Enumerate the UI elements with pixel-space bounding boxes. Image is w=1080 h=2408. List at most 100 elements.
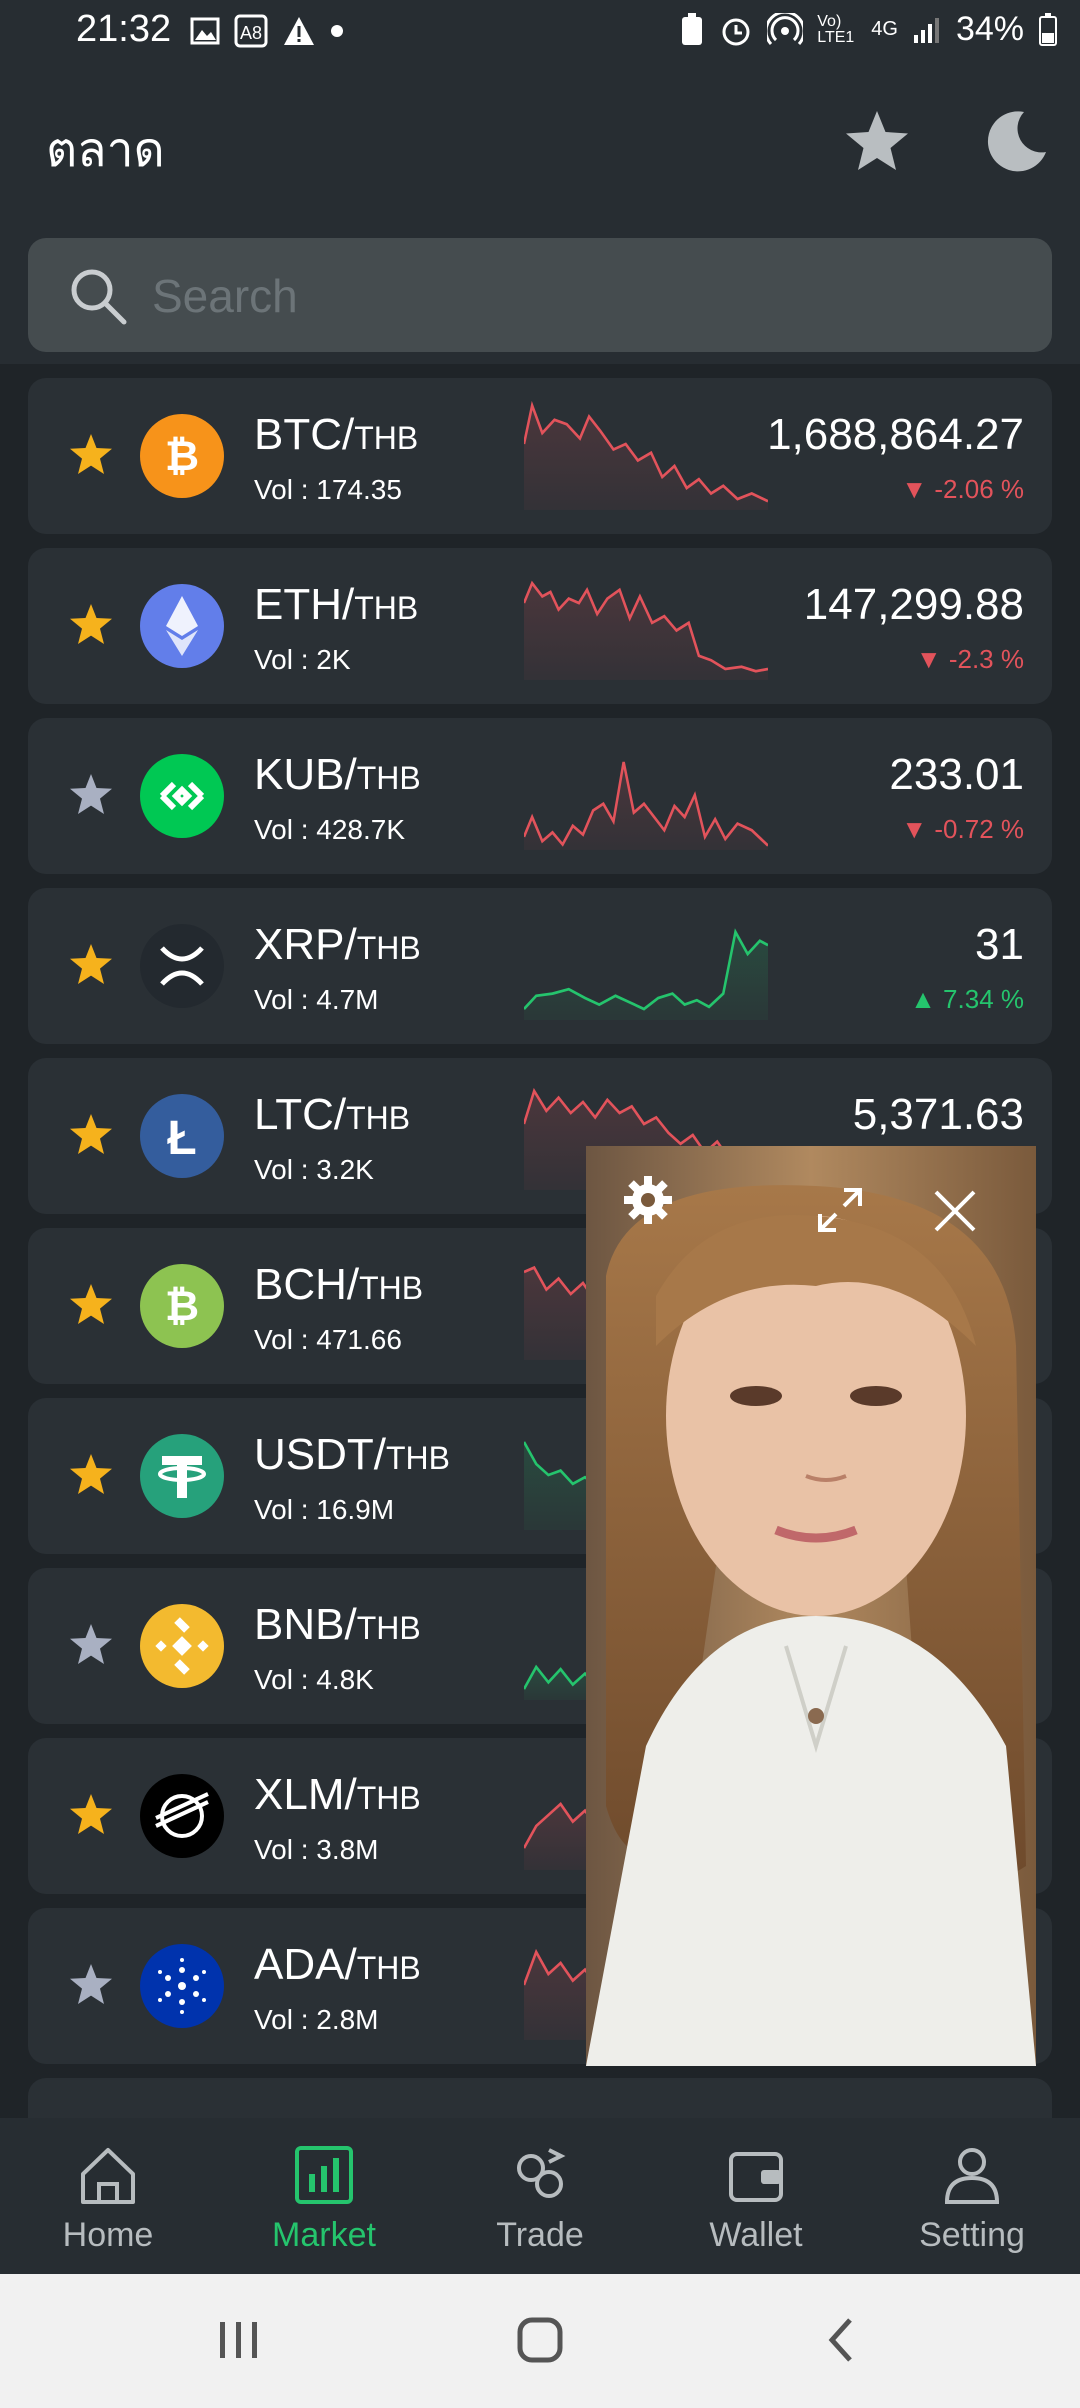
market-chart-icon [295, 2146, 353, 2204]
home-button-icon[interactable] [510, 2310, 570, 2370]
video-frame [586, 1146, 1036, 2066]
close-icon[interactable] [932, 1188, 978, 1234]
svg-text:₿: ₿ [165, 1282, 199, 1329]
system-navigation-bar [0, 2274, 1080, 2408]
pair-name: BNB/THB [254, 1600, 421, 1650]
bitcoin-cash-logo-icon: ₿ [140, 1264, 224, 1348]
image-icon [190, 17, 220, 45]
favorite-star-icon[interactable] [68, 1792, 114, 1838]
volume-text: Vol : 471.66 [254, 1324, 402, 1355]
recent-apps-icon[interactable] [208, 2310, 268, 2370]
nav-setting[interactable]: Setting [872, 2140, 1072, 2260]
price-text: 1,688,864.27 [767, 410, 1024, 459]
pair-name: ETH/THB [254, 580, 418, 630]
cardano-logo-icon [140, 1944, 224, 2028]
favorite-star-icon[interactable] [68, 432, 114, 478]
back-icon[interactable] [812, 2310, 872, 2370]
change-indicator: ▼ -0.72 % [901, 814, 1024, 845]
favorite-star-icon[interactable] [68, 1962, 114, 2008]
favorite-star-icon[interactable] [68, 1622, 114, 1668]
svg-text:A8: A8 [240, 23, 262, 43]
search-input[interactable] [150, 238, 994, 354]
moon-icon[interactable] [980, 106, 1050, 176]
favorite-star-icon[interactable] [68, 1452, 114, 1498]
svg-text:Ł: Ł [167, 1112, 196, 1165]
status-system-icons: Vo) LTE1 4G 34% [679, 10, 1058, 49]
xrp-logo-icon [140, 924, 224, 1008]
pair-quote: THB [346, 1100, 411, 1136]
search-bar[interactable] [28, 238, 1052, 354]
pair-base: BNB/ [254, 1600, 357, 1649]
stellar-logo-icon [140, 1774, 224, 1858]
price-text: 233.01 [889, 750, 1024, 799]
bnb-logo-icon [140, 1604, 224, 1688]
nav-home-label: Home [62, 2216, 154, 2254]
pair-name: LTC/THB [254, 1090, 410, 1140]
user-icon [944, 2148, 1000, 2204]
kub-logo-icon [140, 754, 224, 838]
change-percent: -0.72 % [934, 814, 1024, 844]
volume-text: Vol : 16.9M [254, 1494, 395, 1525]
pair-base: KUB/ [254, 750, 357, 799]
nav-market-label: Market [272, 2216, 376, 2254]
nav-market[interactable]: Market [224, 2140, 424, 2260]
market-row-partial[interactable] [28, 2078, 1052, 2118]
pair-quote: THB [356, 1780, 421, 1816]
signal-icon [913, 17, 939, 43]
change-indicator: ▼ -2.06 % [901, 474, 1024, 505]
favorite-star-icon[interactable] [68, 772, 114, 818]
ethereum-logo-icon [140, 584, 224, 668]
network-type: 4G [871, 18, 898, 40]
pair-base: USDT/ [254, 1430, 386, 1479]
volume-text: Vol : 428.7K [254, 814, 406, 845]
nav-wallet-label: Wallet [709, 2216, 803, 2254]
sparkline-chart [524, 761, 768, 850]
market-row-btc[interactable]: ₿ BTC/THB Vol : 174.35 1,688,864.27 ▼ -2.06 … [28, 378, 1052, 534]
pair-quote: THB [354, 590, 419, 626]
wallet-icon [729, 2152, 783, 2202]
market-row-kub[interactable]: KUB/THB Vol : 428.7K 233.01 ▼ -0.72 % [28, 718, 1052, 874]
status-time: 21:32 [76, 8, 172, 50]
pair-name: KUB/THB [254, 750, 421, 800]
price-text: 147,299.88 [803, 580, 1024, 629]
arrow-up-icon: ▲ [910, 984, 936, 1014]
nav-setting-label: Setting [919, 2216, 1025, 2254]
market-row-xrp[interactable]: XRP/THB Vol : 4.7M 31 ▲ 7.34 % [28, 888, 1052, 1044]
change-indicator: ▼ -2.3 % [916, 644, 1024, 675]
pair-base: XLM/ [254, 1770, 357, 1819]
nav-home[interactable]: Home [8, 2140, 208, 2260]
nav-trade[interactable]: Trade [440, 2140, 640, 2260]
volume-text: Vol : 2K [254, 644, 351, 675]
favorite-star-icon[interactable] [68, 1112, 114, 1158]
favorite-star-icon[interactable] [68, 942, 114, 988]
price-text: 5,371.63 [852, 1090, 1024, 1139]
change-percent: -2.06 % [934, 474, 1024, 504]
pair-name: XRP/THB [254, 920, 421, 970]
gear-icon[interactable] [620, 1172, 676, 1228]
pair-base: BTC/ [254, 410, 355, 459]
pair-name: USDT/THB [254, 1430, 450, 1480]
arrow-down-icon: ▼ [901, 474, 928, 504]
star-icon[interactable] [842, 106, 912, 176]
pair-base: LTC/ [254, 1090, 347, 1139]
favorite-star-icon[interactable] [68, 1282, 114, 1328]
expand-icon[interactable] [816, 1186, 864, 1234]
battery-percent: 34% [955, 10, 1024, 48]
volume-text: Vol : 3.8M [254, 1834, 379, 1865]
volume-text: Vol : 174.35 [254, 474, 402, 505]
font-icon: A8 [234, 14, 268, 48]
pair-name: BCH/THB [254, 1260, 423, 1310]
warning-icon [284, 17, 314, 45]
video-overlay[interactable] [586, 1146, 1036, 2066]
battery-saver-icon [682, 12, 703, 45]
status-notification-icons: A8 [190, 14, 344, 48]
nav-wallet[interactable]: Wallet [656, 2140, 856, 2260]
sparkline-chart [524, 580, 768, 680]
bottom-navigation: Home Market Trade Wallet Setting [0, 2118, 1080, 2274]
market-row-eth[interactable]: ETH/THB Vol : 2K 147,299.88 ▼ -2.3 % [28, 548, 1052, 704]
page-title: ตลาด [46, 124, 165, 177]
volume-text: Vol : 3.2K [254, 1154, 374, 1185]
search-section [0, 220, 1080, 364]
favorite-star-icon[interactable] [68, 602, 114, 648]
pair-quote: THB [356, 760, 421, 796]
